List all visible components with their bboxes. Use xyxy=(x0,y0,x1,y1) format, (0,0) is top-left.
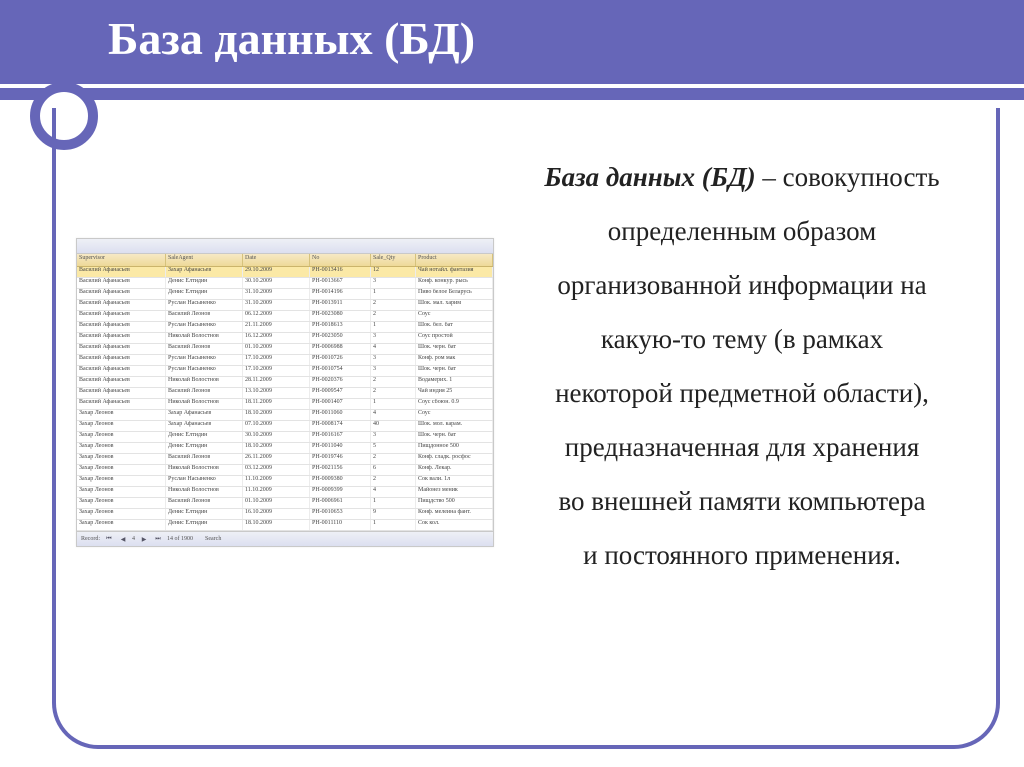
table-row: Василий АфанасьевРуслан Насыненко17.10.2… xyxy=(77,366,493,377)
table-row: Захар ЛеоновНиколай Волостнов03.12.2009Р… xyxy=(77,465,493,476)
table-body: Василий АфанасьевЗахар Афанасьев29.10.20… xyxy=(77,267,493,531)
table-row: Василий АфанасьевДенис Елтидин30.10.2009… xyxy=(77,278,493,289)
table-row: Василий АфанасьевНиколай Волостнов28.11.… xyxy=(77,377,493,388)
table-row: Василий АфанасьевРуслан Насыненко17.10.2… xyxy=(77,355,493,366)
table-row: Захар ЛеоновДенис Елтидин30.10.2009РН-00… xyxy=(77,432,493,443)
table-row: Василий АфанасьевНиколай Волостнов18.11.… xyxy=(77,399,493,410)
table-row: Захар ЛеоновДенис Елтидин18.10.2009РН-00… xyxy=(77,443,493,454)
table-row: Захар ЛеоновВасилий Леонов01.10.2009РН-0… xyxy=(77,498,493,509)
term: База данных (БД) xyxy=(544,162,755,192)
table-row: Василий АфанасьевДенис Елтидин31.10.2009… xyxy=(77,289,493,300)
table-row: Захар ЛеоновДенис Елтидин18.10.2009РН-00… xyxy=(77,520,493,531)
table-row: Василий АфанасьевВасилий Леонов06.12.200… xyxy=(77,311,493,322)
table-row: Захар ЛеоновЗахар Афанасьев07.10.2009РН-… xyxy=(77,421,493,432)
table-row: Василий АфанасьевНиколай Волостнов16.12.… xyxy=(77,333,493,344)
table-row: Василий АфанасьевЗахар Афанасьев29.10.20… xyxy=(77,267,493,278)
table-row: Василий АфанасьевВасилий Леонов01.10.200… xyxy=(77,344,493,355)
table-row: Василий АфанасьевРуслан Насыненко21.11.2… xyxy=(77,322,493,333)
datasheet-illustration: Supervisor SaleAgent Date No Sale_Qty Pr… xyxy=(76,238,494,547)
slide-title: База данных (БД) xyxy=(108,12,475,65)
table-header: Supervisor SaleAgent Date No Sale_Qty Pr… xyxy=(77,254,493,267)
header-divider xyxy=(0,84,1024,88)
table-row: Захар ЛеоновЗахар Афанасьев18.10.2009РН-… xyxy=(77,410,493,421)
table-row: Василий АфанасьевВасилий Леонов13.10.200… xyxy=(77,388,493,399)
table-row: Захар ЛеоновВасилий Леонов26.11.2009РН-0… xyxy=(77,454,493,465)
table-row: Захар ЛеоновДенис Елтидин16.10.2009РН-00… xyxy=(77,509,493,520)
record-navigator: Record: ⏮◀ 4 ▶⏭ 14 of 1900 Search xyxy=(77,531,493,546)
table-row: Захар ЛеоновНиколай Волостнов11.10.2009Р… xyxy=(77,487,493,498)
table-row: Захар ЛеоновРуслан Насыненко11.10.2009РН… xyxy=(77,476,493,487)
definition-text: База данных (БД) – совокупность определе… xyxy=(506,150,978,582)
table-row: Василий АфанасьевРуслан Насыненко31.10.2… xyxy=(77,300,493,311)
